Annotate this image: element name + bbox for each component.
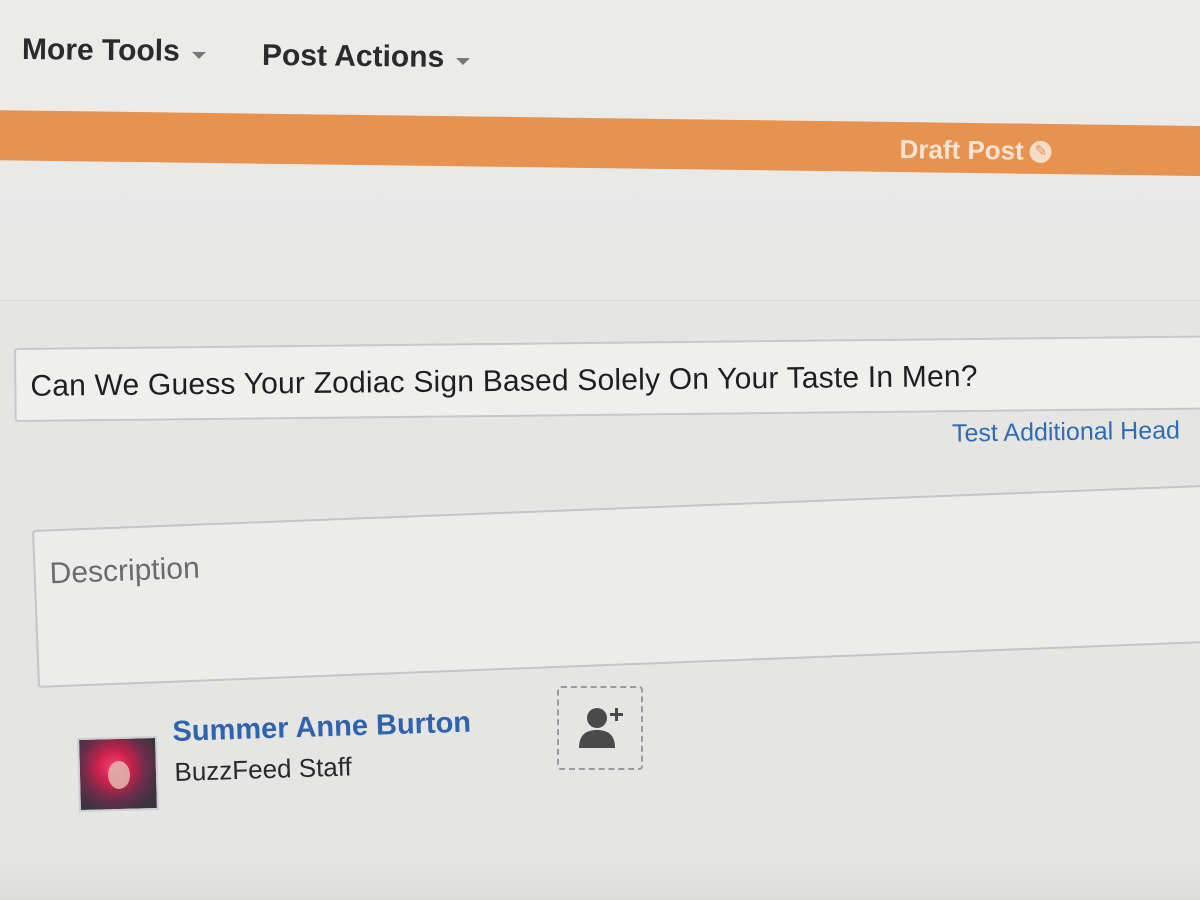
draft-status-bar: Draft Post ✎ [0, 110, 1200, 177]
title-input-value: Can We Guess Your Zodiac Sign Based Sole… [30, 359, 978, 403]
more-tools-menu[interactable]: More Tools [22, 33, 206, 69]
chevron-down-icon [456, 57, 471, 65]
chevron-down-icon [191, 51, 206, 59]
avatar-face [107, 760, 131, 790]
add-author-button[interactable] [557, 686, 643, 770]
bottom-shade [0, 860, 1200, 900]
add-user-icon [579, 708, 623, 748]
page: More Tools Post Actions Draft Post ✎ Can… [0, 0, 1200, 900]
draft-status-label: Draft Post [899, 134, 1025, 166]
post-actions-label: Post Actions [261, 38, 445, 74]
top-toolbar: More Tools Post Actions [0, 0, 1200, 112]
pencil-icon: ✎ [1029, 140, 1052, 163]
description-placeholder: Description [49, 551, 201, 591]
author-role: BuzzFeed Staff [174, 751, 353, 787]
more-tools-label: More Tools [21, 33, 180, 68]
title-input[interactable]: Can We Guess Your Zodiac Sign Based Sole… [14, 335, 1200, 422]
test-additional-headlines-link[interactable]: Test Additional Head [952, 416, 1180, 448]
post-actions-menu[interactable]: Post Actions [262, 39, 471, 75]
draft-status-badge[interactable]: Draft Post ✎ [899, 134, 1052, 167]
author-avatar [77, 735, 159, 813]
